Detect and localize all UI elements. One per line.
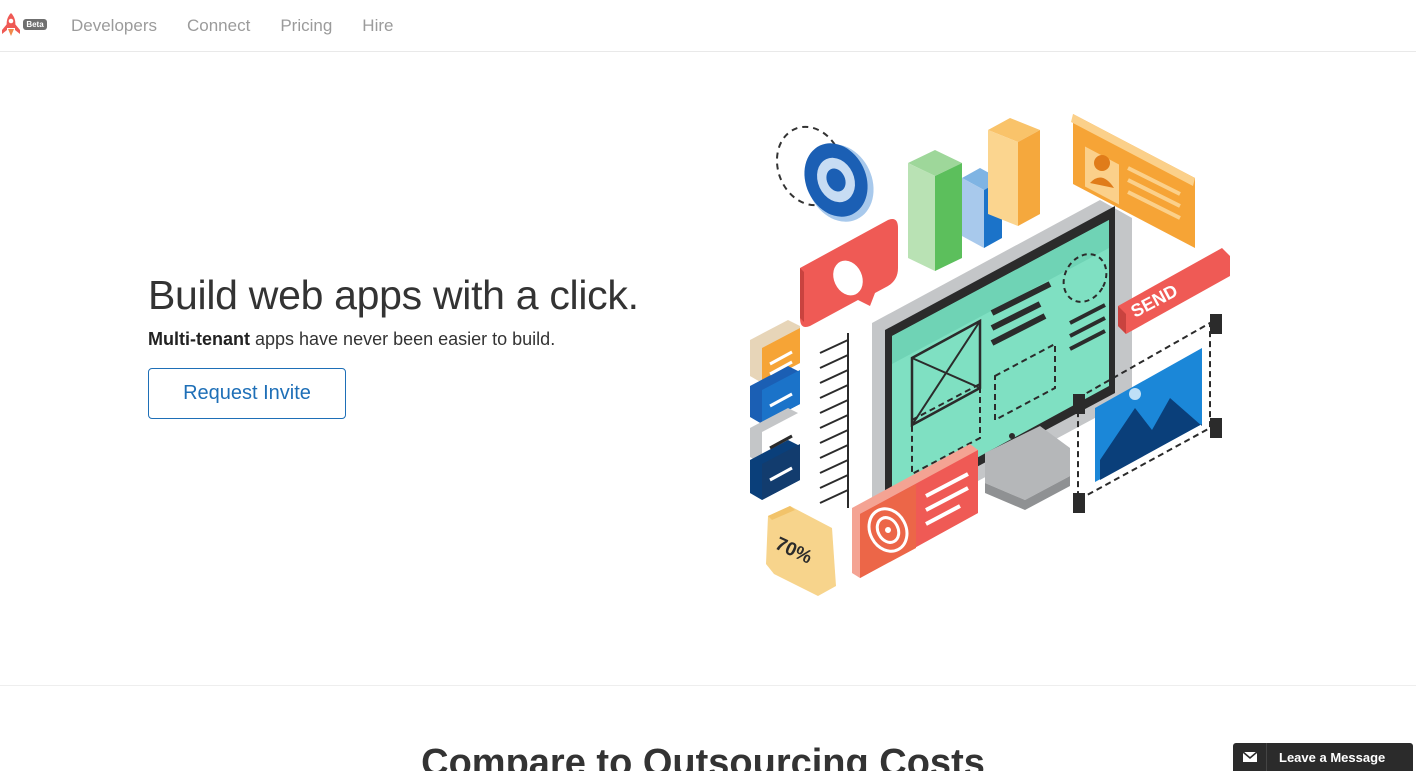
rocket-icon (2, 13, 20, 36)
stacked-cards (750, 320, 800, 500)
percent-tile: 70% (766, 506, 836, 596)
hero-subtitle: Multi-tenant apps have never been easier… (148, 329, 555, 350)
leave-message-label: Leave a Message (1279, 750, 1386, 765)
leave-message-widget[interactable]: Leave a Message (1233, 743, 1413, 771)
hero-subtitle-rest: apps have never been easier to build. (249, 329, 556, 349)
hero-illustration: SEND 70% (740, 108, 1240, 608)
nav-links: Developers Connect Pricing Hire (71, 0, 423, 52)
nav-link-hire[interactable]: Hire (362, 16, 393, 36)
ruler (819, 333, 849, 508)
section-title: Compare to Outsourcing Costs (0, 742, 1416, 771)
hero-subtitle-bold: Multi-tenant (148, 329, 250, 349)
nav-link-developers[interactable]: Developers (71, 16, 157, 36)
target-icon (775, 125, 874, 222)
request-invite-button[interactable]: Request Invite (148, 368, 346, 419)
section-divider (0, 685, 1416, 686)
envelope-icon (1233, 743, 1267, 771)
beta-badge: Beta (23, 19, 47, 30)
chat-bubble-icon (800, 219, 898, 327)
section-title-text: Compare to Outsourcing Costs (421, 742, 985, 771)
nav-link-pricing[interactable]: Pricing (280, 16, 332, 36)
top-nav: Beta Developers Connect Pricing Hire (0, 0, 1416, 52)
nav-link-connect[interactable]: Connect (187, 16, 250, 36)
hero-title: Build web apps with a click. (148, 272, 639, 318)
